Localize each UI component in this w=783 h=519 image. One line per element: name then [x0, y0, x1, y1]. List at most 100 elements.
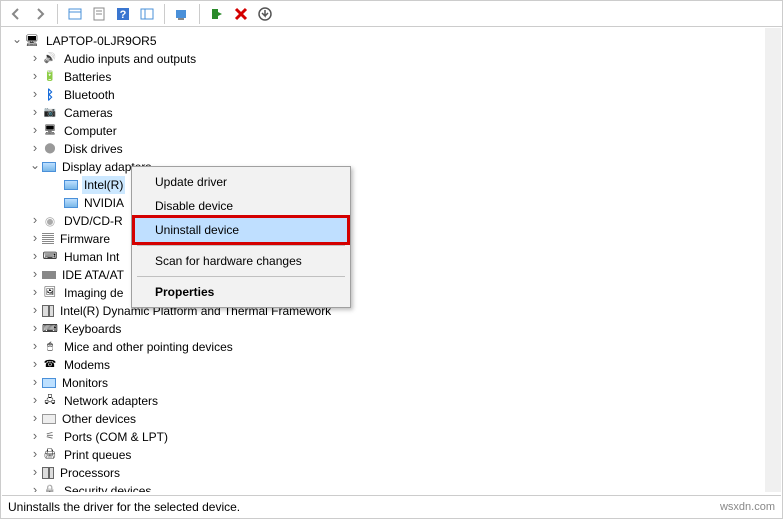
enable-button[interactable] [206, 3, 228, 25]
expand-icon[interactable] [28, 265, 42, 285]
expand-icon[interactable] [10, 31, 24, 51]
expand-icon[interactable] [28, 337, 42, 357]
expand-icon[interactable] [28, 67, 42, 87]
watermark: wsxdn.com [720, 501, 775, 513]
pc-icon [42, 123, 58, 139]
gpu-intel-node[interactable]: Intel(R) [6, 176, 765, 194]
expand-icon[interactable] [28, 121, 42, 141]
menu-item-properties[interactable]: Properties [135, 280, 347, 304]
sec-icon [42, 483, 58, 492]
expand-icon[interactable] [28, 49, 42, 69]
expand-icon[interactable] [28, 301, 42, 321]
expand-icon[interactable] [28, 139, 42, 159]
menu-item-disable-device[interactable]: Disable device [135, 194, 347, 218]
gpu-icon [64, 180, 78, 190]
separator [57, 4, 58, 24]
modem-icon [42, 357, 58, 373]
back-button[interactable] [5, 3, 27, 25]
category-label: Monitors [60, 374, 110, 392]
menu-item-scan-for-hardware-changes[interactable]: Scan for hardware changes [135, 249, 347, 273]
expand-icon[interactable] [28, 283, 42, 303]
expand-icon[interactable] [28, 463, 42, 483]
svg-text:?: ? [120, 9, 127, 21]
scrollbar[interactable] [766, 30, 780, 490]
forward-button[interactable] [29, 3, 51, 25]
gpu-nvidia-node[interactable]: NVIDIA [6, 194, 765, 212]
expand-icon[interactable] [28, 481, 42, 492]
gpu-icon [64, 198, 78, 208]
expand-icon[interactable] [28, 103, 42, 123]
hid-icon [42, 249, 58, 265]
img-icon [42, 285, 58, 301]
expand-icon[interactable] [28, 409, 42, 429]
menu-item-update-driver[interactable]: Update driver [135, 170, 347, 194]
expand-icon[interactable] [28, 355, 42, 375]
category-label: Imaging de [62, 284, 125, 302]
cam-icon [42, 105, 58, 121]
bt-icon [42, 87, 58, 103]
category-node[interactable]: Cameras [6, 104, 765, 122]
category-node[interactable]: Monitors [6, 374, 765, 392]
category-node[interactable]: Ports (COM & LPT) [6, 428, 765, 446]
category-node[interactable]: Modems [6, 356, 765, 374]
category-node[interactable]: Print queues [6, 446, 765, 464]
category-node[interactable]: IDE ATA/AT [6, 266, 765, 284]
category-node[interactable]: Audio inputs and outputs [6, 50, 765, 68]
category-label: Keyboards [62, 320, 123, 338]
category-node[interactable]: Computer [6, 122, 765, 140]
scan-button[interactable] [171, 3, 193, 25]
category-node[interactable]: Bluetooth [6, 86, 765, 104]
expand-icon[interactable] [28, 229, 42, 249]
category-label: Firmware [58, 230, 112, 248]
display-adapters-node[interactable]: Display adapters [6, 158, 765, 176]
category-node[interactable]: Security devices [6, 482, 765, 492]
chip-icon [42, 305, 54, 317]
root-label: LAPTOP-0LJR9OR5 [44, 32, 159, 50]
category-label: Mice and other pointing devices [62, 338, 235, 356]
chip-icon [42, 467, 54, 479]
expand-icon[interactable] [28, 157, 42, 177]
help-button[interactable]: ? [112, 3, 134, 25]
expand-icon[interactable] [28, 211, 42, 231]
category-label: Processors [58, 464, 122, 482]
mouse-icon [42, 339, 58, 355]
expand-icon[interactable] [28, 373, 42, 393]
expand-icon[interactable] [28, 319, 42, 339]
category-node[interactable]: Imaging de [6, 284, 765, 302]
category-node[interactable]: Network adapters [6, 392, 765, 410]
category-node[interactable]: DVD/CD-R [6, 212, 765, 230]
view-button[interactable] [64, 3, 86, 25]
category-node[interactable]: Mice and other pointing devices [6, 338, 765, 356]
context-menu: Update driverDisable deviceUninstall dev… [131, 166, 351, 308]
root-node[interactable]: LAPTOP-0LJR9OR5 [6, 32, 765, 50]
category-node[interactable]: Disk drives [6, 140, 765, 158]
expand-icon[interactable] [28, 85, 42, 105]
category-node[interactable]: Keyboards [6, 320, 765, 338]
category-node[interactable]: Other devices [6, 410, 765, 428]
menu-item-uninstall-device[interactable]: Uninstall device [135, 218, 347, 242]
other-icon [42, 414, 56, 424]
kb-icon [42, 321, 58, 337]
update-button[interactable] [254, 3, 276, 25]
category-label: Network adapters [62, 392, 160, 410]
category-label: Security devices [62, 482, 153, 492]
port-icon [42, 429, 58, 445]
category-node[interactable]: Firmware [6, 230, 765, 248]
category-label: Computer [62, 122, 119, 140]
category-label: Human Int [62, 248, 121, 266]
category-node[interactable]: Batteries [6, 68, 765, 86]
status-text: Uninstalls the driver for the selected d… [8, 500, 240, 514]
expand-icon[interactable] [28, 427, 42, 447]
uninstall-button[interactable] [230, 3, 252, 25]
category-node[interactable]: Intel(R) Dynamic Platform and Thermal Fr… [6, 302, 765, 320]
device-label: Intel(R) [82, 176, 125, 194]
category-node[interactable]: Processors [6, 464, 765, 482]
print-icon [42, 447, 58, 463]
expand-icon[interactable] [28, 247, 42, 267]
computer-icon [24, 33, 40, 49]
category-node[interactable]: Human Int [6, 248, 765, 266]
properties-button[interactable] [88, 3, 110, 25]
expand-icon[interactable] [28, 391, 42, 411]
action-button[interactable] [136, 3, 158, 25]
expand-icon[interactable] [28, 445, 42, 465]
